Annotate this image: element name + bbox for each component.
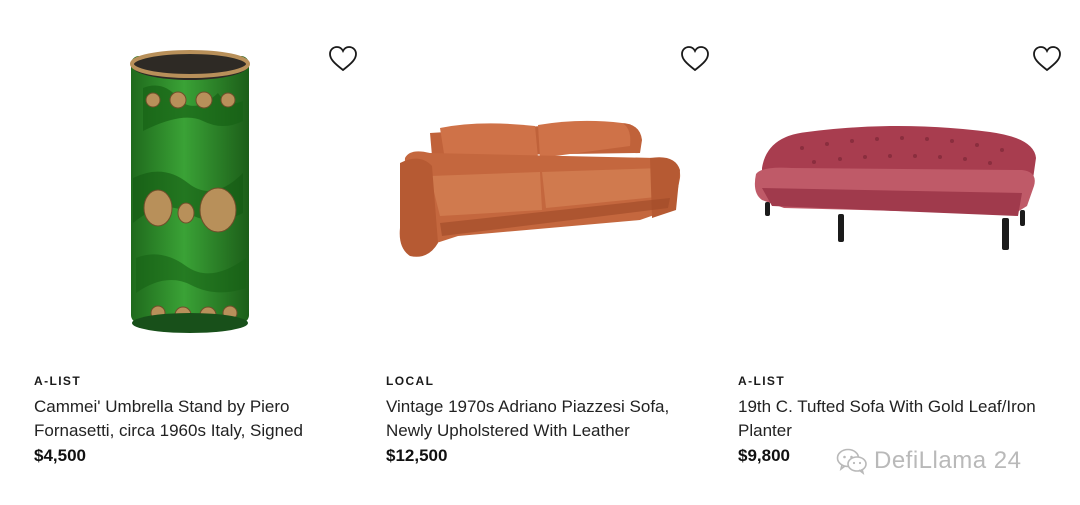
watermark: DefiLlama 24 xyxy=(836,446,1021,476)
product-image-tufted-velvet-sofa[interactable] xyxy=(722,28,1062,348)
product-card[interactable]: LOCAL Vintage 1970s Adriano Piazzesi Sof… xyxy=(370,0,710,505)
favorite-heart-icon[interactable] xyxy=(328,44,358,74)
listing-price: $9,800 xyxy=(738,446,790,465)
listing-tag: A-LIST xyxy=(34,374,82,388)
listing-title[interactable]: 19th C. Tufted Sofa With Gold Leaf/Iron … xyxy=(738,395,1058,443)
listing-tag: A-LIST xyxy=(738,374,786,388)
favorite-heart-icon[interactable] xyxy=(1032,44,1062,74)
listing-title[interactable]: Cammei' Umbrella Stand by Piero Fornaset… xyxy=(34,395,354,443)
product-card[interactable]: A-LIST Cammei' Umbrella Stand by Piero F… xyxy=(18,0,358,505)
watermark-text: DefiLlama 24 xyxy=(874,447,1022,474)
product-image-leather-sofa[interactable] xyxy=(370,28,710,348)
listing-title[interactable]: Vintage 1970s Adriano Piazzesi Sofa, New… xyxy=(386,395,706,443)
listing-tag: LOCAL xyxy=(386,374,435,388)
wechat-icon xyxy=(836,447,868,475)
listing-price: $12,500 xyxy=(386,446,448,465)
listing-price: $4,500 xyxy=(34,446,86,465)
product-grid: A-LIST Cammei' Umbrella Stand by Piero F… xyxy=(0,0,1080,505)
product-image-umbrella-stand[interactable] xyxy=(18,28,358,348)
favorite-heart-icon[interactable] xyxy=(680,44,710,74)
product-card[interactable]: A-LIST 19th C. Tufted Sofa With Gold Lea… xyxy=(722,0,1062,505)
